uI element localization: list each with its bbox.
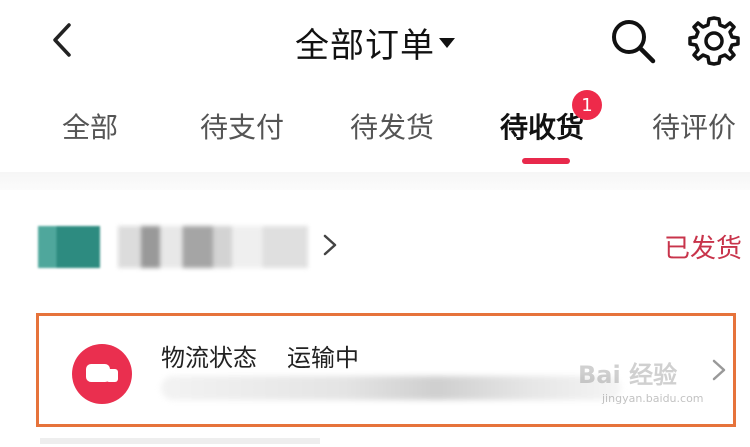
truck-icon [72, 344, 132, 404]
tab-pending-payment[interactable]: 待支付 [200, 106, 284, 146]
order-status: 已发货 [664, 234, 743, 264]
tab-pending-review[interactable]: 待评价 [652, 106, 736, 146]
shop-name-blurred [118, 226, 308, 268]
logistics-value: 运输中 [287, 344, 359, 372]
active-tab-indicator [522, 158, 570, 164]
page-title: 全部订单 [295, 26, 435, 66]
chevron-right-icon[interactable] [318, 230, 342, 260]
header: 全部订单 [0, 0, 750, 80]
gear-icon[interactable] [688, 14, 740, 66]
shop-header[interactable]: 已发货 [0, 200, 750, 290]
section-divider [0, 172, 750, 190]
watermark-url: jingyan.baidu.com [602, 392, 704, 405]
shop-avatar [38, 226, 100, 268]
order-tabs: 全部 待支付 待发货 待收货 待评价 [0, 90, 750, 170]
chevron-right-icon [712, 359, 726, 381]
logistics-detail-blurred [161, 376, 621, 400]
search-icon[interactable] [608, 16, 658, 66]
tab-all[interactable]: 全部 [62, 106, 118, 146]
logistics-label: 物流状态 [161, 344, 257, 372]
caret-down-icon [439, 37, 455, 48]
tab-badge: 1 [572, 90, 602, 120]
watermark-logo: Bai 经验 [578, 361, 678, 389]
tab-pending-receipt[interactable]: 待收货 [500, 106, 584, 146]
bottom-divider [40, 438, 320, 444]
tab-pending-shipment[interactable]: 待发货 [350, 106, 434, 146]
